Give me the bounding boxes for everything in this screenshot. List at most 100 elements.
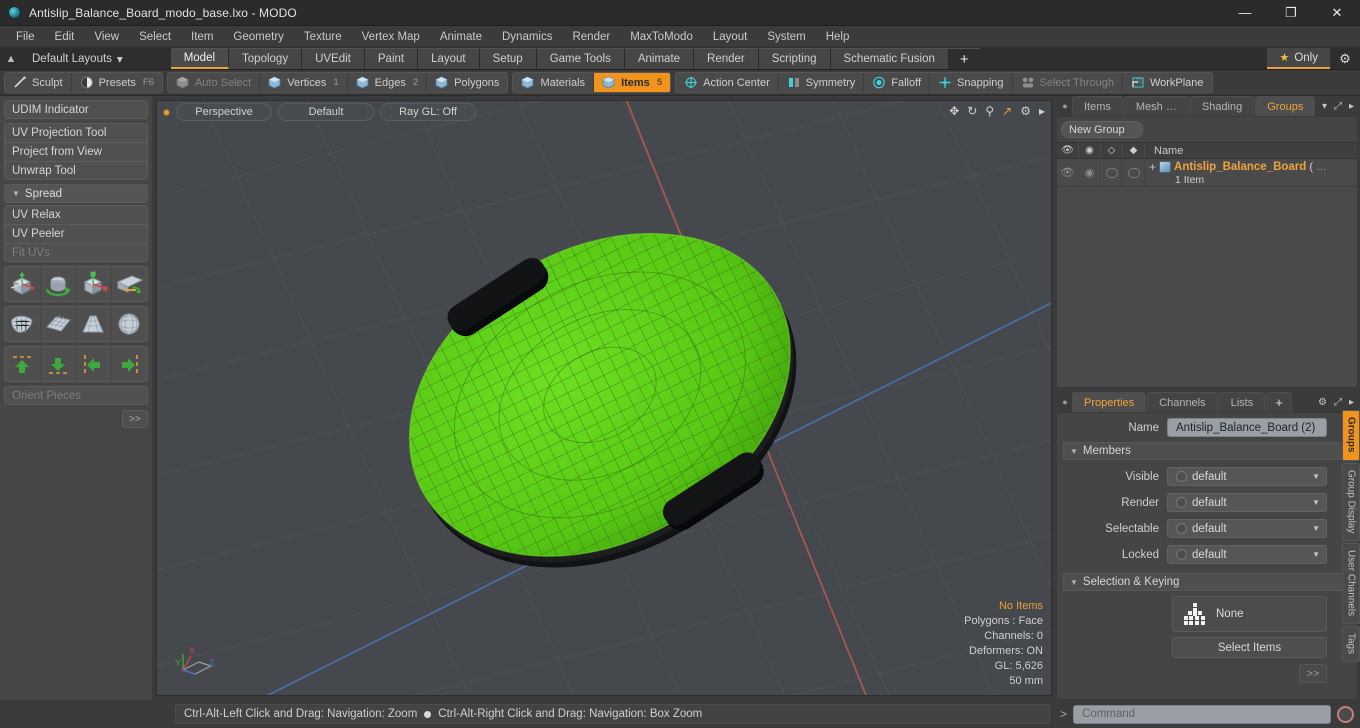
row-eye-icon[interactable]: 👁 bbox=[1057, 159, 1079, 186]
mode-button-select-through[interactable]: Select Through bbox=[1013, 73, 1123, 92]
member-dropdown-visible[interactable]: default ▼ bbox=[1167, 467, 1327, 486]
right-vtab-group-display[interactable]: Group Display bbox=[1342, 462, 1360, 541]
radio-indicator[interactable] bbox=[1176, 549, 1187, 560]
mode-button-workplane[interactable]: WorkPlane bbox=[1123, 73, 1212, 92]
menu-item-geometry[interactable]: Geometry bbox=[223, 28, 294, 46]
tool-uv-projection-tool[interactable]: UV Projection Tool bbox=[4, 123, 148, 142]
menu-item-animate[interactable]: Animate bbox=[430, 28, 492, 46]
menu-item-view[interactable]: View bbox=[84, 28, 129, 46]
layout-tab-scripting[interactable]: Scripting bbox=[758, 48, 831, 69]
menu-item-texture[interactable]: Texture bbox=[294, 28, 352, 46]
add-properties-tab-button[interactable]: + bbox=[1266, 392, 1292, 412]
right-vtab-groups[interactable]: Groups bbox=[1342, 410, 1360, 461]
layout-tab-topology[interactable]: Topology bbox=[229, 48, 303, 69]
panel-tab-mesh[interactable]: Mesh … bbox=[1123, 96, 1189, 116]
radio-indicator[interactable] bbox=[1176, 523, 1187, 534]
align-right-icon[interactable] bbox=[112, 347, 148, 381]
left-panel-expand-button[interactable]: >> bbox=[122, 410, 148, 428]
3d-viewport[interactable]: Perspective Default Ray GL: Off ✥ ↻ ⚲ ↗ … bbox=[156, 100, 1052, 696]
panel-menu-dot-2[interactable]: ● bbox=[1058, 392, 1072, 412]
gear-icon[interactable]: ⚙ bbox=[1318, 397, 1327, 408]
layout-tab-uvedit[interactable]: UVEdit bbox=[302, 48, 365, 69]
maximize-button[interactable]: ❐ bbox=[1268, 0, 1314, 25]
panel-tab-groups[interactable]: Groups bbox=[1255, 96, 1316, 116]
row-shade-toggle[interactable] bbox=[1123, 159, 1145, 186]
menu-item-file[interactable]: File bbox=[6, 28, 45, 46]
panel-tab-properties[interactable]: Properties bbox=[1072, 392, 1147, 412]
tool-unwrap-tool[interactable]: Unwrap Tool bbox=[4, 161, 148, 180]
layout-tab-render[interactable]: Render bbox=[694, 48, 759, 69]
uv-distort-icon[interactable] bbox=[5, 307, 41, 341]
row-wire-toggle[interactable] bbox=[1101, 159, 1123, 186]
expand-plus-icon[interactable]: + bbox=[1149, 160, 1156, 174]
mode-button-action-center[interactable]: Action Center bbox=[676, 73, 779, 92]
table-row[interactable]: 👁 ◉ + Antislip_Balance_Board ( … 1 Item bbox=[1057, 159, 1357, 187]
layout-tab-animate[interactable]: Animate bbox=[624, 48, 695, 69]
uv-rotate-icon[interactable] bbox=[41, 267, 76, 301]
tool-uv-relax[interactable]: UV Relax bbox=[4, 205, 148, 224]
right-vtab-user-channels[interactable]: User Channels bbox=[1342, 542, 1360, 624]
member-dropdown-render[interactable]: default ▼ bbox=[1167, 493, 1327, 512]
menu-item-system[interactable]: System bbox=[757, 28, 815, 46]
only-toggle-button[interactable]: ★ Only bbox=[1267, 48, 1330, 69]
panel-tab-items[interactable]: Items bbox=[1072, 96, 1123, 116]
member-dropdown-selectable[interactable]: default ▼ bbox=[1167, 519, 1327, 538]
panel-tab-lists[interactable]: Lists bbox=[1218, 392, 1266, 412]
mode-button-snapping[interactable]: Snapping bbox=[930, 73, 1013, 92]
menu-item-maxtomodo[interactable]: MaxToModo bbox=[620, 28, 703, 46]
align-left-icon[interactable] bbox=[76, 347, 112, 381]
uv-taper-icon[interactable] bbox=[76, 307, 112, 341]
properties-expand-button[interactable]: >> bbox=[1299, 664, 1327, 683]
panel-menu-dot[interactable]: ● bbox=[1058, 96, 1072, 116]
uv-sphere-icon[interactable] bbox=[112, 307, 148, 341]
mode-button-presets[interactable]: Presets F6 bbox=[72, 73, 162, 92]
close-button[interactable]: ✕ bbox=[1314, 0, 1360, 25]
keying-section-header[interactable]: ▼ Selection & Keying bbox=[1063, 573, 1351, 591]
tool-uv-peeler[interactable]: UV Peeler bbox=[4, 224, 148, 243]
align-down-icon[interactable] bbox=[41, 347, 76, 381]
right-vtab-tags[interactable]: Tags bbox=[1342, 625, 1360, 663]
mode-button-polygons[interactable]: Polygons bbox=[427, 73, 507, 92]
chevron-right-icon[interactable]: ▸ bbox=[1349, 101, 1354, 112]
rotate-icon[interactable]: ↻ bbox=[967, 104, 977, 118]
mode-button-materials[interactable]: Materials bbox=[513, 73, 595, 92]
row-render-icon[interactable]: ◉ bbox=[1079, 159, 1101, 186]
tool-udim-indicator[interactable]: UDIM Indicator bbox=[4, 100, 148, 119]
layout-tab-setup[interactable]: Setup bbox=[479, 48, 537, 69]
uv-grid-icon[interactable] bbox=[41, 307, 76, 341]
menu-item-edit[interactable]: Edit bbox=[45, 28, 85, 46]
add-layout-tab-button[interactable]: + bbox=[948, 48, 980, 69]
mode-button-sculpt[interactable]: Sculpt bbox=[5, 73, 72, 92]
uv-move-icon[interactable] bbox=[5, 267, 41, 301]
mode-button-auto-select[interactable]: Auto Select bbox=[168, 73, 261, 92]
layout-tab-paint[interactable]: Paint bbox=[364, 48, 419, 69]
selection-set-widget[interactable]: None bbox=[1172, 596, 1327, 632]
mode-button-edges[interactable]: Edges 2 bbox=[348, 73, 428, 92]
gear-icon[interactable]: ⚙ bbox=[1020, 104, 1031, 118]
gear-icon[interactable]: ⚙ bbox=[1330, 48, 1360, 69]
mode-button-vertices[interactable]: Vertices 1 bbox=[260, 73, 348, 92]
uv-flip-icon[interactable] bbox=[112, 267, 148, 301]
uv-scale-icon[interactable] bbox=[76, 267, 112, 301]
menu-item-vertex-map[interactable]: Vertex Map bbox=[352, 28, 430, 46]
chevron-right-icon[interactable]: ▸ bbox=[1039, 104, 1045, 118]
new-group-button[interactable]: New Group bbox=[1061, 121, 1143, 138]
pan-icon[interactable]: ✥ bbox=[949, 104, 959, 118]
radio-indicator[interactable] bbox=[1176, 497, 1187, 508]
viewport-view-selector[interactable]: Perspective bbox=[176, 103, 272, 121]
viewport-shading-selector[interactable]: Default bbox=[278, 103, 374, 121]
groups-empty-area[interactable] bbox=[1057, 187, 1357, 387]
expand-icon[interactable]: ⤢ bbox=[1334, 101, 1342, 112]
expand-icon-2[interactable]: ⤢ bbox=[1334, 397, 1342, 408]
align-up-icon[interactable] bbox=[5, 347, 41, 381]
home-icon[interactable]: ▲ bbox=[0, 53, 22, 65]
members-section-header[interactable]: ▼ Members bbox=[1063, 442, 1351, 460]
mode-button-falloff[interactable]: Falloff bbox=[864, 73, 931, 92]
panel-tab-channels[interactable]: Channels bbox=[1147, 392, 1218, 412]
panel-tab-shading[interactable]: Shading bbox=[1189, 96, 1255, 116]
fit-icon[interactable]: ↗ bbox=[1002, 104, 1012, 118]
layout-tab-game-tools[interactable]: Game Tools bbox=[536, 48, 625, 69]
tool-project-from-view[interactable]: Project from View bbox=[4, 142, 148, 161]
menu-item-item[interactable]: Item bbox=[181, 28, 223, 46]
zoom-icon[interactable]: ⚲ bbox=[985, 104, 994, 118]
